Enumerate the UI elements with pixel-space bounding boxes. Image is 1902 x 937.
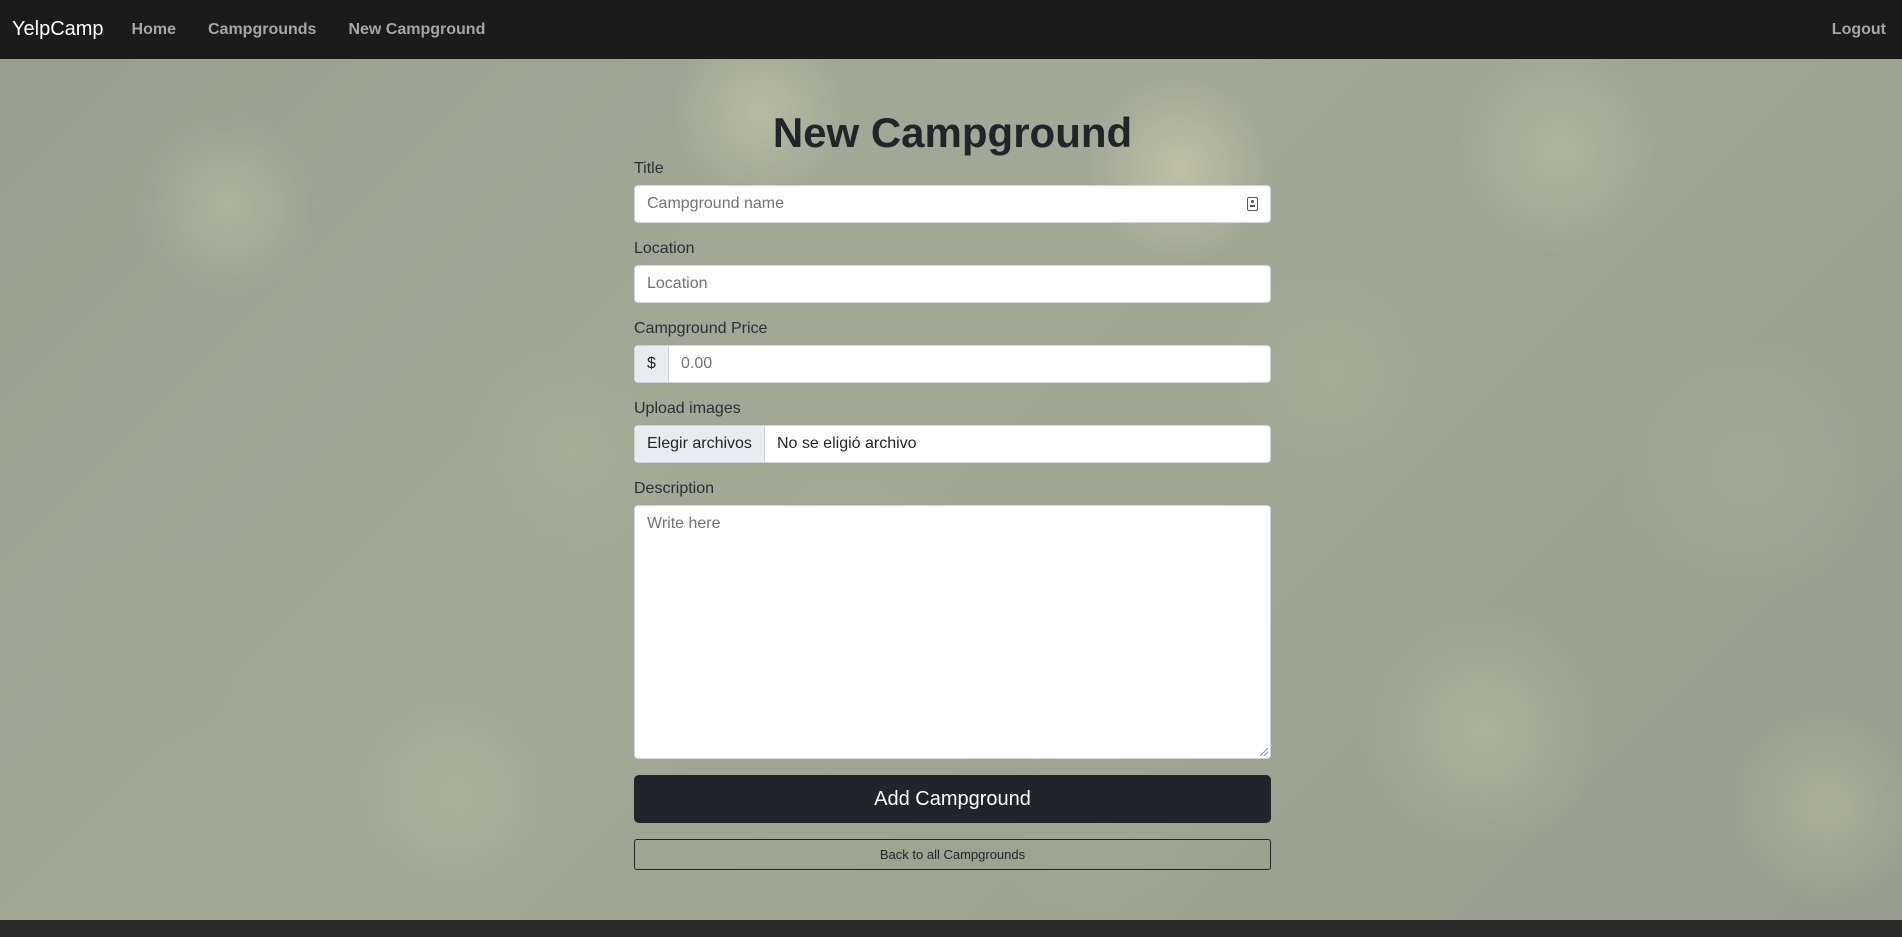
footer-bar (0, 920, 1902, 937)
back-to-campgrounds-button[interactable]: Back to all Campgrounds (634, 839, 1271, 870)
price-group: Campground Price $ 0.00 (634, 317, 1271, 383)
choose-files-button[interactable]: Elegir archivos (635, 426, 765, 462)
nav-home[interactable]: Home (132, 21, 176, 39)
logout-link[interactable]: Logout (1832, 21, 1886, 39)
price-label: Campground Price (634, 320, 768, 337)
title-label: Title (634, 160, 664, 177)
images-label: Upload images (634, 400, 741, 417)
dollar-prefix: $ (635, 346, 669, 382)
file-status: No se eligió archivo (776, 435, 917, 452)
location-label: Location (634, 240, 695, 257)
new-campground-form: New Campground Title Campground name Loc… (634, 59, 1271, 870)
page-title: New Campground (772, 109, 1133, 156)
price-input[interactable]: 0.00 (669, 355, 1270, 373)
location-input[interactable]: Location (634, 265, 1271, 303)
location-group: Location Location (634, 237, 1271, 303)
title-input[interactable]: Campground name (634, 185, 1271, 223)
brand-link[interactable]: YelpCamp (12, 18, 104, 41)
description-label: Description (634, 480, 715, 497)
images-group: Upload images Elegir archivos No se elig… (634, 397, 1271, 463)
resize-handle-icon[interactable] (1260, 748, 1268, 756)
nav-new-campground[interactable]: New Campground (348, 21, 485, 39)
navbar: YelpCamp Home Campgrounds New Campground… (0, 0, 1902, 59)
add-campground-button[interactable]: Add Campground (634, 775, 1271, 823)
nav-campgrounds[interactable]: Campgrounds (208, 21, 316, 39)
price-input-group: $ 0.00 (634, 345, 1271, 383)
title-group: Title Campground name (634, 157, 1271, 223)
description-textarea[interactable]: Write here (634, 505, 1271, 759)
description-group: Description Write here (634, 477, 1271, 759)
id-card-icon[interactable] (1247, 197, 1258, 211)
location-placeholder: Location (647, 275, 708, 292)
title-placeholder: Campground name (647, 195, 784, 212)
file-input[interactable]: Elegir archivos No se eligió archivo (634, 425, 1271, 463)
description-placeholder: Write here (647, 515, 721, 532)
